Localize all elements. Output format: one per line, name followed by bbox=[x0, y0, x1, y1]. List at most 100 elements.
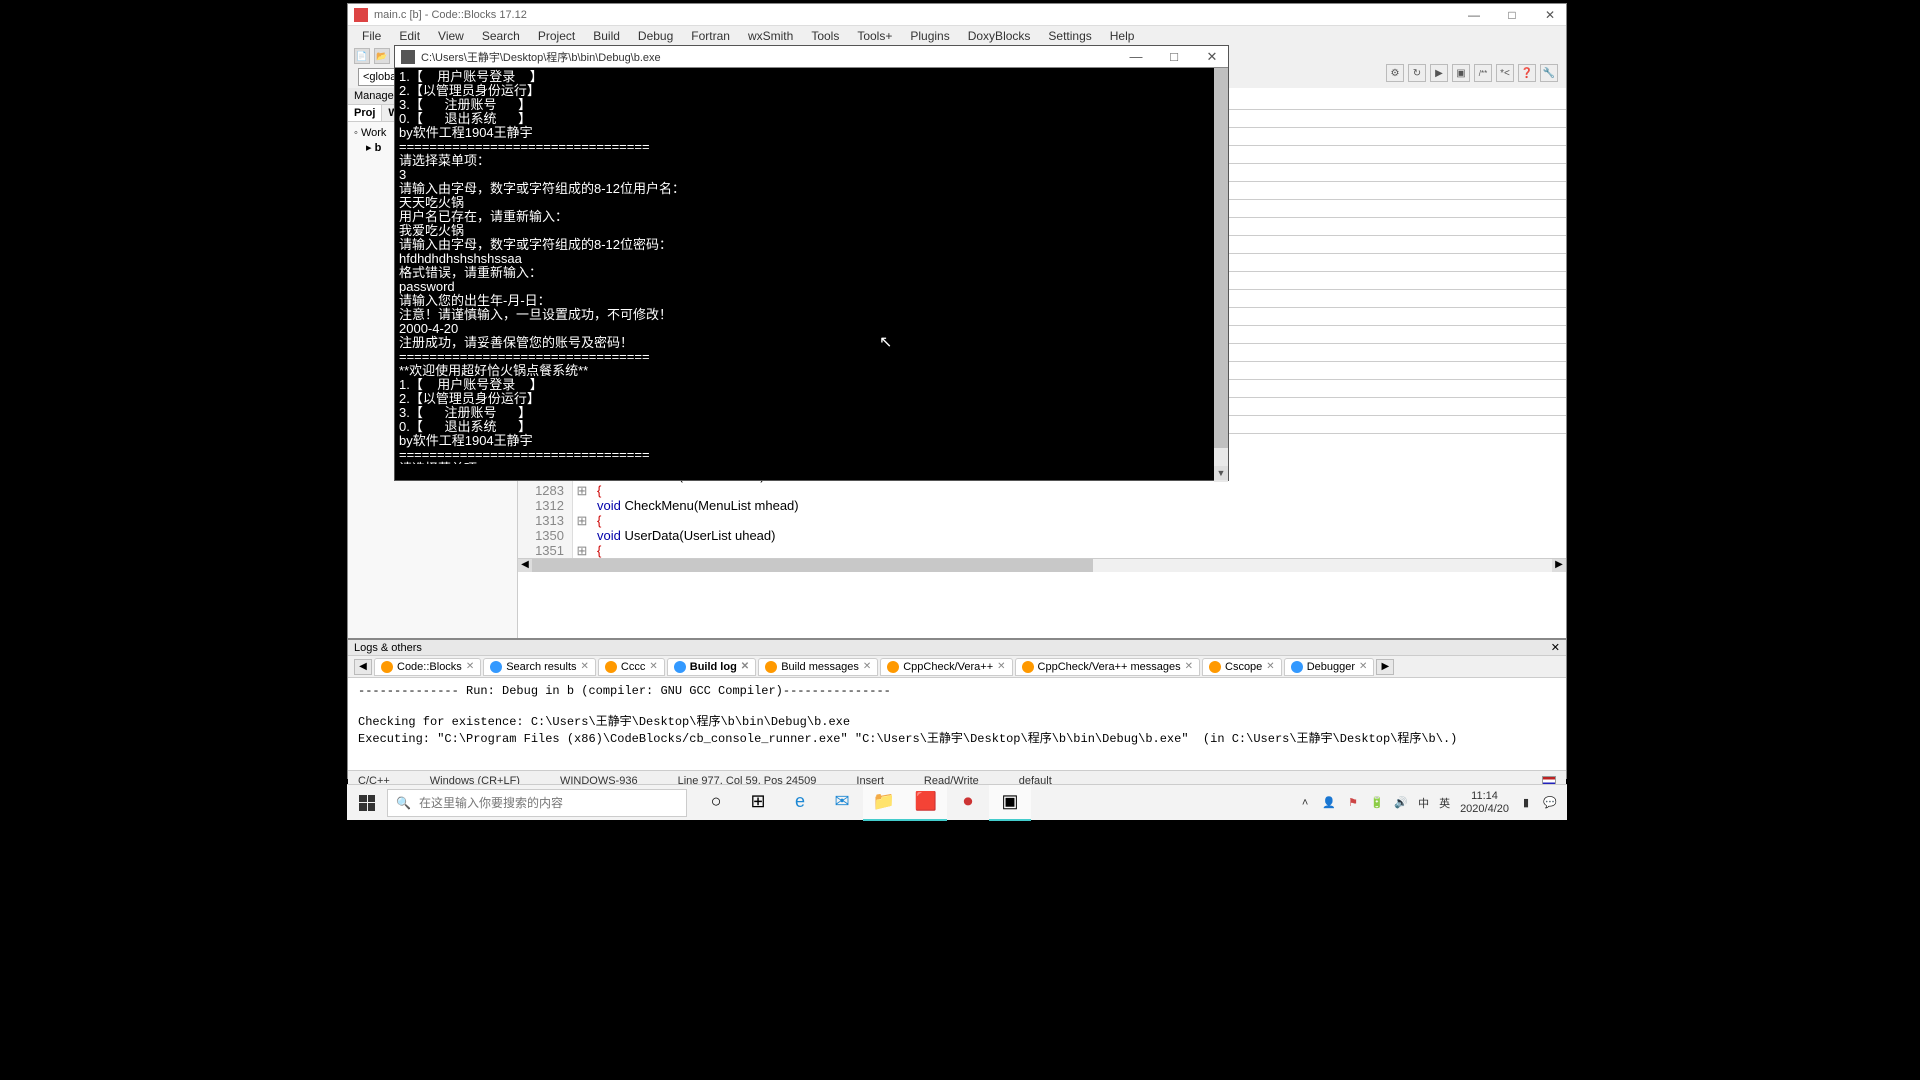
tab-close-icon[interactable]: ✕ bbox=[581, 661, 589, 672]
cortana-icon[interactable]: ○ bbox=[695, 785, 737, 821]
menu-plugins[interactable]: Plugins bbox=[902, 27, 957, 45]
tray-volume-icon[interactable]: 🔊 bbox=[1394, 796, 1408, 810]
scrollbar-thumb[interactable] bbox=[532, 559, 1093, 572]
tray-chevron-up-icon[interactable]: ˄ bbox=[1298, 796, 1312, 810]
tool-comment-icon[interactable]: /** bbox=[1474, 64, 1492, 82]
log-tab-cppcheck-vera-[interactable]: CppCheck/Vera++✕ bbox=[880, 658, 1012, 676]
tab-close-icon[interactable]: ✕ bbox=[863, 661, 871, 672]
menu-file[interactable]: File bbox=[354, 27, 389, 45]
editor-hscrollbar[interactable]: ◀ ▶ bbox=[518, 558, 1566, 572]
file-explorer-icon[interactable]: 📁 bbox=[863, 785, 905, 821]
console-scroll-down-icon[interactable]: ▼ bbox=[1214, 466, 1228, 480]
app-icon bbox=[354, 8, 368, 22]
menu-build[interactable]: Build bbox=[585, 27, 628, 45]
task-view-icon[interactable]: ⊞ bbox=[737, 785, 779, 821]
ide-title-bar[interactable]: main.c [b] - Code::Blocks 17.12 — □ ✕ bbox=[348, 4, 1566, 26]
wrench-icon[interactable]: 🔧 bbox=[1540, 64, 1558, 82]
console-title-bar[interactable]: C:\Users\王静宇\Desktop\程序\b\bin\Debug\b.ex… bbox=[395, 46, 1228, 68]
start-button[interactable] bbox=[347, 785, 387, 821]
ime-indicator-en[interactable]: 英 bbox=[1439, 795, 1450, 811]
log-tab-cppcheck-vera-messages[interactable]: CppCheck/Vera++ messages✕ bbox=[1015, 658, 1200, 676]
menu-doxyblocks[interactable]: DoxyBlocks bbox=[960, 27, 1039, 45]
tray-bars-icon[interactable]: ▮ bbox=[1519, 796, 1533, 810]
search-placeholder: 在这里输入你要搜索的内容 bbox=[419, 794, 563, 811]
code-line[interactable]: 1351⊞{ bbox=[518, 543, 1566, 558]
menu-tools+[interactable]: Tools+ bbox=[849, 27, 900, 45]
logs-close-icon[interactable]: ✕ bbox=[1551, 641, 1560, 654]
tabs-scroll-right-icon[interactable]: ▶ bbox=[1376, 659, 1394, 675]
ime-indicator-cn[interactable]: 中 bbox=[1418, 795, 1429, 811]
tool-icon[interactable]: ↻ bbox=[1408, 64, 1426, 82]
code-line[interactable]: 1312void CheckMenu(MenuList mhead) bbox=[518, 498, 1566, 513]
menu-settings[interactable]: Settings bbox=[1040, 27, 1099, 45]
maximize-button[interactable]: □ bbox=[1502, 8, 1522, 22]
console-minimize-button[interactable]: — bbox=[1126, 49, 1146, 65]
code-line[interactable]: 1350void UserData(UserList uhead) bbox=[518, 528, 1566, 543]
tool-icon[interactable]: ❓ bbox=[1518, 64, 1536, 82]
build-log-body[interactable]: -------------- Run: Debug in b (compiler… bbox=[348, 678, 1566, 770]
tab-dot-icon bbox=[765, 661, 777, 673]
taskbar-clock[interactable]: 11:14 2020/4/20 bbox=[1460, 790, 1509, 816]
log-tab-code-blocks[interactable]: Code::Blocks✕ bbox=[374, 658, 481, 676]
edge-icon[interactable]: e bbox=[779, 785, 821, 821]
code-line[interactable]: 1313⊞{ bbox=[518, 513, 1566, 528]
tray-security-icon[interactable]: ⚑ bbox=[1346, 796, 1360, 810]
tray-people-icon[interactable]: 👤 bbox=[1322, 796, 1336, 810]
tool-icon[interactable]: *< bbox=[1496, 64, 1514, 82]
taskbar-search-input[interactable]: 🔍 在这里输入你要搜索的内容 bbox=[387, 789, 687, 817]
logs-title: Logs & others bbox=[354, 642, 422, 654]
minimize-button[interactable]: — bbox=[1464, 8, 1484, 22]
log-tab-search-results[interactable]: Search results✕ bbox=[483, 658, 596, 676]
console-scroll-thumb[interactable] bbox=[1214, 68, 1228, 448]
log-tab-cccc[interactable]: Cccc ✕ bbox=[598, 658, 665, 676]
tab-close-icon[interactable]: ✕ bbox=[1185, 661, 1193, 672]
menu-debug[interactable]: Debug bbox=[630, 27, 681, 45]
menu-fortran[interactable]: Fortran bbox=[683, 27, 738, 45]
code-line[interactable]: 1283⊞{ bbox=[518, 483, 1566, 498]
log-tab-cscope[interactable]: Cscope✕ bbox=[1202, 658, 1282, 676]
close-button[interactable]: ✕ bbox=[1540, 8, 1560, 22]
console-output[interactable]: 1.【 用户账号登录 】 2.【以管理员身份运行】 3.【 注册账号 】 0.【… bbox=[395, 68, 1228, 464]
menu-edit[interactable]: Edit bbox=[391, 27, 428, 45]
tab-close-icon[interactable]: ✕ bbox=[741, 661, 749, 672]
projects-tab[interactable]: Proj bbox=[348, 105, 382, 121]
tab-dot-icon bbox=[887, 661, 899, 673]
console-vscrollbar[interactable] bbox=[1214, 68, 1228, 482]
notifications-icon[interactable]: 💬 bbox=[1543, 796, 1557, 810]
tray-battery-icon[interactable]: 🔋 bbox=[1370, 796, 1384, 810]
fold-icon[interactable]: ⊞ bbox=[573, 483, 591, 499]
scroll-right-icon[interactable]: ▶ bbox=[1552, 559, 1566, 572]
menu-tools[interactable]: Tools bbox=[803, 27, 847, 45]
menu-project[interactable]: Project bbox=[530, 27, 583, 45]
scroll-left-icon[interactable]: ◀ bbox=[518, 559, 532, 572]
tool-icon[interactable]: ⚙ bbox=[1386, 64, 1404, 82]
menu-wxsmith[interactable]: wxSmith bbox=[740, 27, 801, 45]
tab-label: Cccc bbox=[621, 661, 645, 673]
tab-close-icon[interactable]: ✕ bbox=[1266, 661, 1274, 672]
open-icon[interactable]: 📂 bbox=[374, 48, 390, 64]
log-tab-build-log[interactable]: Build log✕ bbox=[667, 658, 756, 676]
console-close-button[interactable]: ✕ bbox=[1202, 49, 1222, 65]
new-file-icon[interactable]: 📄 bbox=[354, 48, 370, 64]
log-tab-debugger[interactable]: Debugger✕ bbox=[1284, 658, 1375, 676]
tab-close-icon[interactable]: ✕ bbox=[997, 661, 1005, 672]
tab-close-icon[interactable]: ✕ bbox=[649, 661, 657, 672]
menu-view[interactable]: View bbox=[430, 27, 472, 45]
fold-icon[interactable]: ⊞ bbox=[573, 513, 591, 529]
console-maximize-button[interactable]: □ bbox=[1164, 49, 1184, 65]
fold-icon[interactable]: ⊞ bbox=[573, 543, 591, 559]
menu-search[interactable]: Search bbox=[474, 27, 528, 45]
windows-logo-icon bbox=[359, 795, 375, 811]
codeblocks-task-icon[interactable]: 🟥 bbox=[905, 785, 947, 821]
tab-close-icon[interactable]: ✕ bbox=[1359, 661, 1367, 672]
log-tab-build-messages[interactable]: Build messages✕ bbox=[758, 658, 878, 676]
tabs-scroll-left-icon[interactable]: ◀ bbox=[354, 659, 372, 675]
tool-icon[interactable]: ▶ bbox=[1430, 64, 1448, 82]
tab-close-icon[interactable]: ✕ bbox=[466, 661, 474, 672]
menu-help[interactable]: Help bbox=[1102, 27, 1143, 45]
tool-icon[interactable]: ▣ bbox=[1452, 64, 1470, 82]
console-task-icon[interactable]: ▣ bbox=[989, 785, 1031, 821]
tab-dot-icon bbox=[1291, 661, 1303, 673]
mail-icon[interactable]: ✉ bbox=[821, 785, 863, 821]
recorder-icon[interactable]: ⏺ bbox=[947, 785, 989, 821]
